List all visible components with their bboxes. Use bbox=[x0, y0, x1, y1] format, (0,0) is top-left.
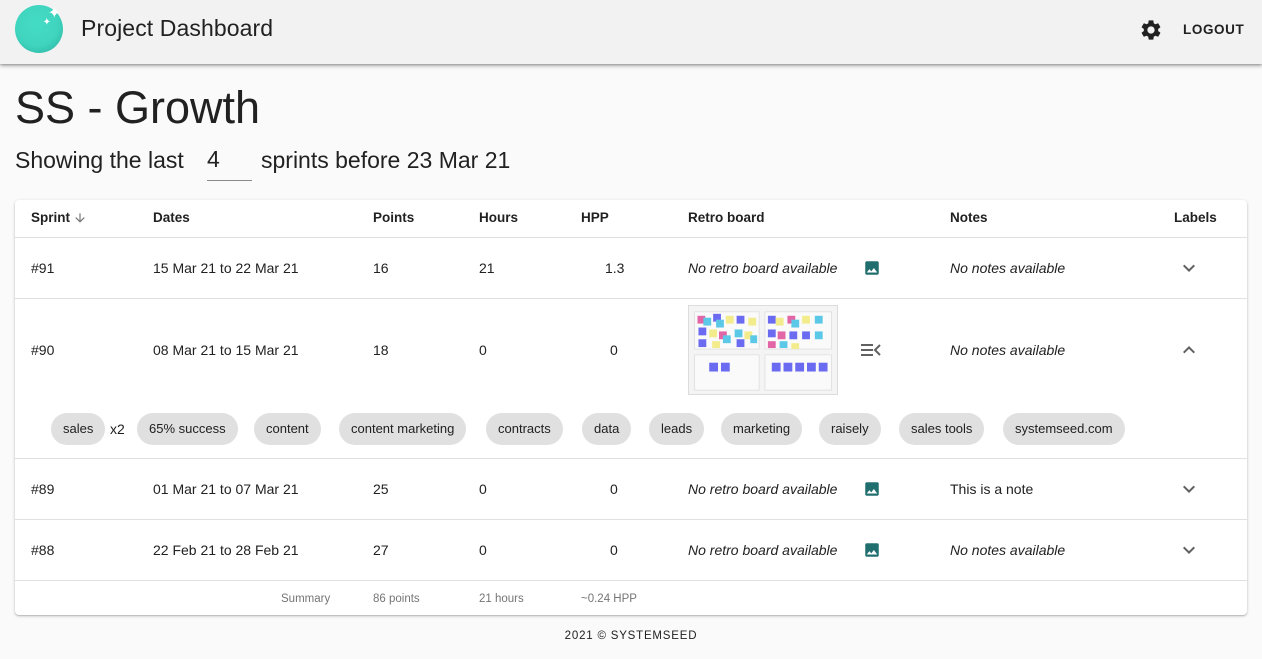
gear-icon[interactable] bbox=[1139, 18, 1163, 42]
image-icon[interactable] bbox=[863, 541, 881, 559]
page-title: SS - Growth bbox=[15, 82, 261, 133]
sprint-dates: 15 Mar 21 to 22 Mar 21 bbox=[153, 260, 299, 276]
sprint-points: 25 bbox=[373, 481, 389, 497]
sprint-hpp: 0 bbox=[610, 481, 618, 497]
sprint-hours: 0 bbox=[479, 542, 487, 558]
label-chip[interactable]: content bbox=[254, 413, 321, 445]
sprint-count-input[interactable] bbox=[207, 145, 252, 181]
image-icon[interactable] bbox=[863, 480, 881, 498]
retro-board-text: No retro board available bbox=[688, 542, 838, 558]
label-chip[interactable]: marketing bbox=[721, 413, 803, 445]
summary-hpp: ~0.24 HPP bbox=[581, 593, 637, 605]
sprint-hpp: 0 bbox=[610, 542, 618, 558]
column-header-points: Points bbox=[373, 210, 415, 225]
table-row[interactable]: #91 15 Mar 21 to 22 Mar 21 16 21 1.3 No … bbox=[15, 238, 1247, 298]
sprint-points: 18 bbox=[373, 342, 389, 358]
sprint-dates: 01 Mar 21 to 07 Mar 21 bbox=[153, 481, 299, 497]
subtitle-suffix: sprints before 23 Mar 21 bbox=[261, 147, 511, 173]
label-chip[interactable]: sales bbox=[51, 413, 106, 445]
logo-icon: ✦ ✦ bbox=[15, 5, 63, 53]
sprints-table: Sprint Dates Points Hours HPP Retro boar… bbox=[15, 200, 1247, 615]
label-chip[interactable]: data bbox=[582, 413, 632, 445]
sprint-number: #90 bbox=[31, 342, 55, 358]
label-chip[interactable]: leads bbox=[649, 413, 705, 445]
label-chip[interactable]: systemseed.com bbox=[1003, 413, 1125, 445]
retro-board-text: No retro board available bbox=[688, 481, 838, 497]
footer-copyright: 2021 © SYSTEMSEED bbox=[564, 630, 698, 642]
column-header-dates: Dates bbox=[153, 210, 190, 225]
sprint-hpp: 1.3 bbox=[605, 260, 625, 276]
sprint-hpp: 0 bbox=[610, 342, 618, 358]
app-title: Project Dashboard bbox=[81, 15, 274, 41]
sprint-number: #89 bbox=[31, 481, 55, 497]
sprint-dates: 08 Mar 21 to 15 Mar 21 bbox=[153, 342, 299, 358]
retro-board-text: No retro board available bbox=[688, 260, 838, 276]
chevron-down-icon[interactable] bbox=[1177, 538, 1201, 562]
table-row[interactable]: #88 22 Feb 21 to 28 Feb 21 27 0 0 No ret… bbox=[15, 520, 1247, 580]
sprint-points: 16 bbox=[373, 260, 389, 276]
sprint-hours: 21 bbox=[479, 260, 495, 276]
sprint-hours: 0 bbox=[479, 342, 487, 358]
retro-board-thumbnail[interactable] bbox=[688, 305, 838, 395]
label-chip[interactable]: 65% success bbox=[137, 413, 238, 445]
column-header-label: Sprint bbox=[31, 210, 70, 225]
column-header-retro-board: Retro board bbox=[688, 210, 765, 225]
chevron-up-icon[interactable] bbox=[1177, 338, 1201, 362]
notes-text: This is a note bbox=[950, 481, 1034, 497]
label-chip[interactable]: content marketing bbox=[339, 413, 467, 445]
label-chip[interactable]: contracts bbox=[486, 413, 563, 445]
label-chip[interactable]: raisely bbox=[819, 413, 881, 445]
collapse-menu-icon[interactable] bbox=[860, 341, 882, 359]
table-row[interactable]: #90 08 Mar 21 to 15 Mar 21 18 0 0 No not… bbox=[15, 299, 1247, 458]
subtitle-prefix: Showing the last bbox=[15, 147, 184, 173]
arrow-down-icon bbox=[75, 213, 85, 224]
notes-text: No notes available bbox=[950, 260, 1066, 276]
column-header-sprint[interactable]: Sprint bbox=[31, 210, 87, 225]
sprint-number: #88 bbox=[31, 542, 55, 558]
summary-label: Summary bbox=[281, 593, 331, 605]
app-bar: ✦ ✦ Project Dashboard LOGOUT bbox=[0, 0, 1262, 64]
column-header-hours: Hours bbox=[479, 210, 519, 225]
summary-points: 86 points bbox=[373, 593, 420, 605]
chevron-down-icon[interactable] bbox=[1177, 256, 1201, 280]
notes-text: No notes available bbox=[950, 542, 1066, 558]
label-count: x2 bbox=[110, 421, 125, 437]
column-header-labels: Labels bbox=[1174, 210, 1217, 225]
column-header-hpp: HPP bbox=[581, 210, 609, 225]
chevron-down-icon[interactable] bbox=[1177, 477, 1201, 501]
summary-row: Summary 86 points 21 hours ~0.24 HPP bbox=[15, 581, 1247, 615]
sparkle-icon: ✦ bbox=[42, 17, 51, 28]
logout-button[interactable]: LOGOUT bbox=[1176, 18, 1251, 42]
sprint-dates: 22 Feb 21 to 28 Feb 21 bbox=[153, 542, 299, 558]
label-chip[interactable]: sales tools bbox=[899, 413, 985, 445]
notes-text: No notes available bbox=[950, 342, 1066, 358]
table-row[interactable]: #89 01 Mar 21 to 07 Mar 21 25 0 0 No ret… bbox=[15, 459, 1247, 519]
sprint-points: 27 bbox=[373, 542, 389, 558]
sprint-number: #91 bbox=[31, 260, 55, 276]
summary-hours: 21 hours bbox=[479, 593, 524, 605]
image-icon[interactable] bbox=[863, 259, 881, 277]
sprint-hours: 0 bbox=[479, 481, 487, 497]
column-header-notes: Notes bbox=[950, 210, 988, 225]
